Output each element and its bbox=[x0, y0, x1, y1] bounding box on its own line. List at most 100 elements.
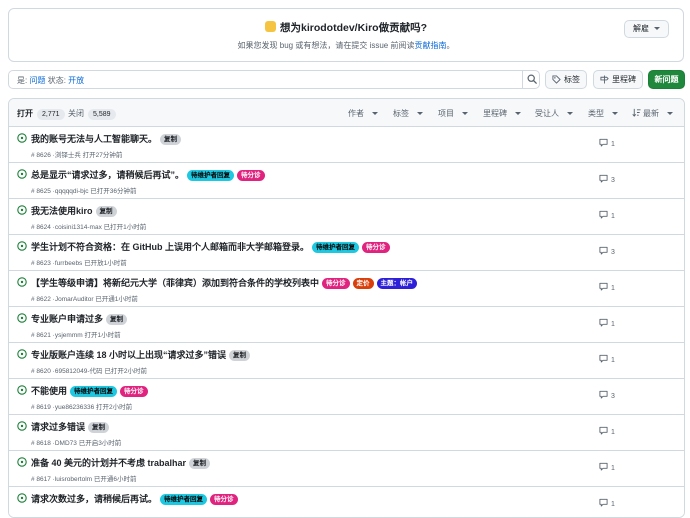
issue-label[interactable]: 待分诊 bbox=[362, 242, 390, 253]
comment-count-value: 1 bbox=[611, 213, 615, 220]
issue-title[interactable]: 我无法使用kiro 复制 bbox=[31, 204, 117, 217]
issue-label[interactable]: 复制 bbox=[189, 458, 211, 469]
sort-dropdown[interactable]: 最新 bbox=[632, 108, 673, 119]
comment-count-value: 1 bbox=[611, 465, 615, 472]
comment-icon bbox=[599, 426, 608, 435]
issue-label[interactable]: 待维护者回复 bbox=[70, 386, 118, 397]
issue-row[interactable]: 我的账号无法与人工智能聊天。 复制 # 8626 ·浏铎士兵 打开27分钟前 1 bbox=[9, 127, 684, 163]
issue-label[interactable]: 复制 bbox=[160, 134, 182, 145]
issue-row[interactable]: 请求次数过多，请稍候后再试。 待维护者回复 待分诊 1 bbox=[9, 487, 684, 517]
comment-count[interactable]: 1 bbox=[599, 282, 615, 292]
filter-milestone[interactable]: 里程碑 bbox=[483, 108, 521, 119]
issue-label[interactable]: 待分诊 bbox=[210, 494, 238, 505]
issue-label[interactable]: 待分诊 bbox=[237, 170, 265, 181]
issue-title[interactable]: 准备 40 美元的计划并不考虑 trabalhar 复制 bbox=[31, 456, 211, 469]
issue-label[interactable]: 待维护者回复 bbox=[187, 170, 235, 181]
comment-count-value: 1 bbox=[611, 357, 615, 364]
comment-count[interactable]: 1 bbox=[599, 426, 615, 436]
issue-title[interactable]: 我的账号无法与人工智能聊天。 复制 bbox=[31, 132, 182, 145]
issue-row[interactable]: 不能使用 待维护者回复 待分诊 # 8619 ·yue86236336 打开2小时前 3 bbox=[9, 379, 684, 415]
comment-count[interactable]: 1 bbox=[599, 138, 615, 148]
issue-row[interactable]: 专业版账户连续 18 小时以上出现“请求过多”错误 复制 # 8620 ·69581… bbox=[9, 343, 684, 379]
issue-title-text[interactable]: 学生计划不符合资格：在 GitHub 上误用个人邮箱而非大学邮箱登录。 bbox=[31, 242, 309, 252]
filter-author[interactable]: 作者 bbox=[348, 108, 378, 119]
comment-count[interactable]: 1 bbox=[599, 498, 615, 508]
issue-title-text[interactable]: 专业账户申请过多 bbox=[31, 314, 103, 324]
comment-count[interactable]: 3 bbox=[599, 174, 615, 184]
issue-title-text[interactable]: 请求次数过多，请稍候后再试。 bbox=[31, 494, 157, 504]
filter-project[interactable]: 项目 bbox=[438, 108, 468, 119]
comment-count[interactable]: 1 bbox=[599, 210, 615, 220]
issue-label[interactable]: 复制 bbox=[95, 206, 117, 217]
issue-row[interactable]: 请求过多错误 复制 # 8618 ·DMD73 已开启3小时前 1 bbox=[9, 415, 684, 451]
issue-title-text[interactable]: 不能使用 bbox=[31, 386, 67, 396]
filter-assignee[interactable]: 受让人 bbox=[535, 108, 573, 119]
open-issues-tab[interactable]: 打开 2,771 bbox=[17, 108, 65, 120]
issue-row[interactable]: 我无法使用kiro 复制 # 8624 ·coisini1314-max 已打开1小… bbox=[9, 199, 684, 235]
new-issue-button[interactable]: 新问题 bbox=[648, 70, 685, 89]
comment-count[interactable]: 3 bbox=[599, 246, 615, 256]
issue-title[interactable]: 请求次数过多，请稍候后再试。 待维护者回复 待分诊 bbox=[31, 492, 238, 505]
issue-rows: 我的账号无法与人工智能聊天。 复制 # 8626 ·浏铎士兵 打开27分钟前 1 总是显… bbox=[9, 127, 684, 517]
contributing-guide-link[interactable]: 贡献指南 bbox=[414, 41, 446, 50]
issue-title-text[interactable]: 我的账号无法与人工智能聊天。 bbox=[31, 134, 157, 144]
issue-open-icon bbox=[17, 313, 27, 323]
issue-row[interactable]: 总是显示“请求过多，请稍候后再试”。 待维护者回复 待分诊 # 8625 ·qqqqq… bbox=[9, 163, 684, 199]
issue-row[interactable]: 学生计划不符合资格：在 GitHub 上误用个人邮箱而非大学邮箱登录。 待维护者回… bbox=[9, 235, 684, 271]
comment-count[interactable]: 1 bbox=[599, 462, 615, 472]
issue-meta: # 8618 ·DMD73 已开启3小时前 bbox=[31, 440, 122, 447]
issue-meta: # 8617 ·luisrobertolm 已开通6小时前 bbox=[31, 476, 137, 483]
issue-row[interactable]: 准备 40 美元的计划并不考虑 trabalhar 复制 # 8617 ·luisr… bbox=[9, 451, 684, 487]
issue-title[interactable]: 总是显示“请求过多，请稍候后再试”。 待维护者回复 待分诊 bbox=[31, 168, 265, 181]
issue-label[interactable]: 复制 bbox=[88, 422, 110, 433]
comment-icon bbox=[599, 246, 608, 255]
issue-title[interactable]: 专业账户申请过多 复制 bbox=[31, 312, 128, 325]
issue-title-text[interactable]: 我无法使用kiro bbox=[31, 206, 93, 216]
comment-count[interactable]: 1 bbox=[599, 318, 615, 328]
issue-open-icon bbox=[17, 457, 27, 467]
comment-count-value: 3 bbox=[611, 393, 615, 400]
issue-title[interactable]: 【学生等级申请】将新纪元大学（菲律宾）添加到符合条件的学校列表中 待分诊 定价 主题：… bbox=[31, 276, 418, 289]
comment-icon bbox=[599, 138, 608, 147]
search-input[interactable]: 是: 问题 状态: 开放 bbox=[8, 70, 540, 89]
issue-title-text[interactable]: 总是显示“请求过多，请稍候后再试”。 bbox=[31, 170, 184, 180]
issue-label[interactable]: 待维护者回复 bbox=[160, 494, 208, 505]
comment-count[interactable]: 1 bbox=[599, 354, 615, 364]
issue-title[interactable]: 不能使用 待维护者回复 待分诊 bbox=[31, 384, 148, 397]
issue-title-text[interactable]: 请求过多错误 bbox=[31, 422, 85, 432]
issue-meta: # 8624 ·coisini1314-max 已打开1小时前 bbox=[31, 224, 147, 231]
comment-count[interactable]: 3 bbox=[599, 390, 615, 400]
dismiss-button[interactable]: 解雇 bbox=[624, 20, 669, 38]
labels-button[interactable]: 标签 bbox=[545, 70, 587, 89]
filter-type[interactable]: 类型 bbox=[588, 108, 618, 119]
chevron-down-icon bbox=[417, 112, 423, 115]
issue-label[interactable]: 待维护者回复 bbox=[312, 242, 359, 253]
issue-title[interactable]: 学生计划不符合资格：在 GitHub 上误用个人邮箱而非大学邮箱登录。 待维护者回… bbox=[31, 240, 390, 253]
issue-label[interactable]: 待分诊 bbox=[120, 386, 148, 397]
issue-label[interactable]: 定价 bbox=[352, 278, 374, 289]
issue-row[interactable]: 专业账户申请过多 复制 # 8621 ·ysjemmm 打开1小时前 1 bbox=[9, 307, 684, 343]
issue-title-text[interactable]: 准备 40 美元的计划并不考虑 trabalhar bbox=[31, 458, 186, 468]
comment-icon bbox=[599, 318, 608, 327]
issue-label[interactable]: 复制 bbox=[229, 350, 251, 361]
issue-row[interactable]: 【学生等级申请】将新纪元大学（菲律宾）添加到符合条件的学校列表中 待分诊 定价 主题：… bbox=[9, 271, 684, 307]
comment-icon bbox=[599, 462, 608, 471]
issue-title[interactable]: 专业版账户连续 18 小时以上出现“请求过多”错误 复制 bbox=[31, 348, 251, 361]
filter-label[interactable]: 标签 bbox=[393, 108, 423, 119]
issue-title-text[interactable]: 【学生等级申请】将新纪元大学（菲律宾）添加到符合条件的学校列表中 bbox=[31, 278, 319, 288]
chevron-down-icon bbox=[372, 112, 378, 115]
tag-icon bbox=[552, 75, 561, 84]
issue-label[interactable]: 待分诊 bbox=[322, 278, 350, 289]
chevron-down-icon bbox=[654, 27, 660, 30]
issue-open-icon bbox=[17, 349, 27, 359]
issue-label[interactable]: 主题：帐户 bbox=[376, 278, 418, 289]
milestones-button[interactable]: 里程碑 bbox=[593, 70, 643, 89]
issue-open-icon bbox=[17, 493, 27, 503]
issue-title[interactable]: 请求过多错误 复制 bbox=[31, 420, 110, 433]
closed-issues-tab[interactable]: 关闭 5,589 bbox=[68, 108, 116, 120]
issue-list: 打开 2,771 关闭 5,589 作者 标签 项目 里程碑 受让人 类型 最新 我… bbox=[8, 98, 685, 518]
issue-label[interactable]: 复制 bbox=[106, 314, 128, 325]
chevron-down-icon bbox=[462, 112, 468, 115]
issue-title-text[interactable]: 专业版账户连续 18 小时以上出现“请求过多”错误 bbox=[31, 350, 226, 360]
search-button[interactable] bbox=[522, 70, 539, 89]
